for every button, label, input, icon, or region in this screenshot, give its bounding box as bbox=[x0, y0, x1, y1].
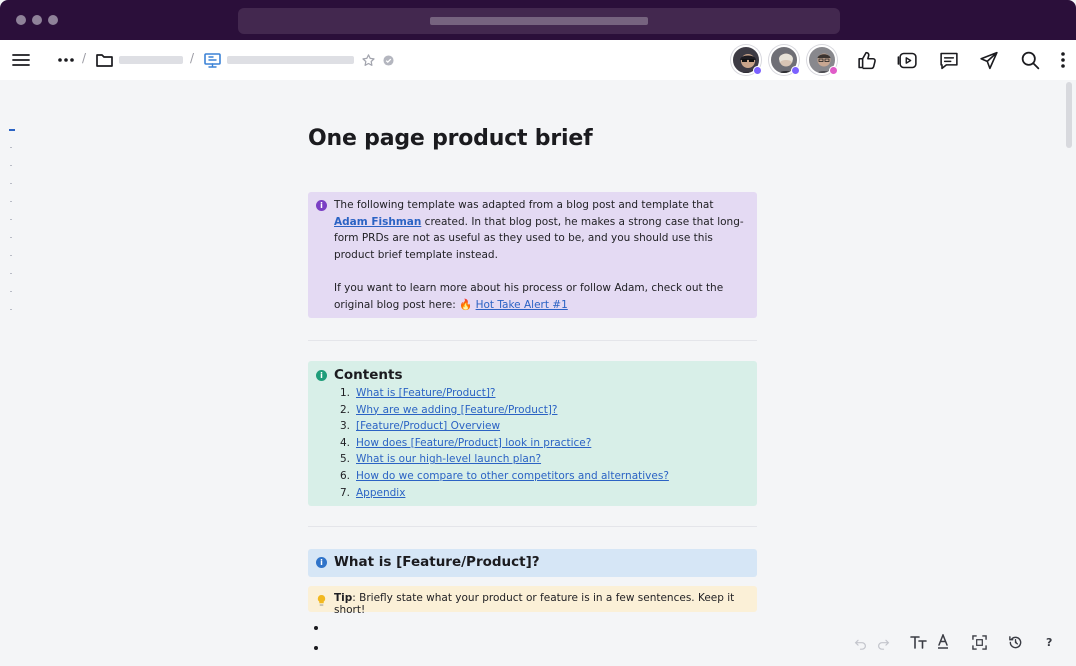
divider bbox=[308, 526, 757, 527]
tip-body: : Briefly state what your product or fea… bbox=[334, 592, 735, 616]
top-toolbar: / / bbox=[0, 40, 1076, 80]
intro-paragraph-2: If you want to learn more about his proc… bbox=[334, 280, 750, 313]
undo-redo-group bbox=[848, 632, 896, 654]
text-size-icon[interactable] bbox=[909, 634, 929, 650]
empty-bullet[interactable] bbox=[314, 646, 318, 650]
toc-number: 5. bbox=[339, 453, 350, 466]
outline-marker[interactable] bbox=[10, 219, 12, 220]
toc-item[interactable]: 7. Appendix bbox=[337, 485, 669, 502]
page-title: One page product brief bbox=[308, 126, 593, 151]
maximize-window-icon[interactable] bbox=[48, 15, 58, 25]
avatar-1-status-dot bbox=[753, 66, 762, 75]
star-icon[interactable] bbox=[360, 52, 376, 68]
close-window-icon[interactable] bbox=[16, 15, 26, 25]
toc-item[interactable]: 2. Why are we adding [Feature/Product]? bbox=[337, 402, 669, 419]
toc-link[interactable]: Why are we adding [Feature/Product]? bbox=[356, 402, 557, 419]
blog-post-link[interactable]: Hot Take Alert #1 bbox=[476, 299, 568, 311]
toc-item[interactable]: 1. What is [Feature/Product]? bbox=[337, 385, 669, 402]
minimize-window-icon[interactable] bbox=[32, 15, 42, 25]
more-icon[interactable] bbox=[56, 52, 76, 68]
toc-link[interactable]: How does [Feature/Product] look in pract… bbox=[356, 435, 591, 452]
comment-icon[interactable] bbox=[937, 49, 961, 71]
outline-marker[interactable] bbox=[10, 165, 12, 166]
outline-marker[interactable] bbox=[10, 183, 12, 184]
search-icon[interactable] bbox=[1018, 49, 1042, 71]
contents-callout: i Contents 1. What is [Feature/Product]? … bbox=[308, 361, 757, 506]
present-icon[interactable] bbox=[896, 49, 920, 71]
empty-bullet[interactable] bbox=[314, 626, 318, 630]
address-placeholder bbox=[430, 17, 648, 25]
kebab-icon[interactable] bbox=[1056, 50, 1070, 70]
avatar-2-status-dot bbox=[791, 66, 800, 75]
address-bar[interactable] bbox=[238, 8, 840, 34]
toc-item[interactable]: 5. What is our high-level launch plan? bbox=[337, 451, 669, 468]
toc-link[interactable]: What is [Feature/Product]? bbox=[356, 385, 496, 402]
outline-marker[interactable] bbox=[10, 273, 12, 274]
intro-text: The following template was adapted from … bbox=[334, 199, 714, 211]
breadcrumb-folder[interactable] bbox=[119, 56, 183, 64]
breadcrumb-board[interactable] bbox=[227, 56, 354, 64]
text-color-icon[interactable] bbox=[936, 633, 950, 651]
toc-link[interactable]: Appendix bbox=[356, 485, 405, 502]
toc-number: 3. bbox=[339, 420, 350, 433]
toc-number: 4. bbox=[339, 436, 350, 449]
share-icon[interactable] bbox=[977, 49, 1001, 71]
window-titlebar bbox=[0, 0, 1076, 40]
toc-number: 6. bbox=[339, 469, 350, 482]
fit-screen-icon[interactable] bbox=[971, 634, 987, 650]
tip-label: Tip bbox=[334, 592, 353, 604]
window-controls[interactable] bbox=[16, 15, 58, 25]
outline-marker[interactable] bbox=[10, 201, 12, 202]
breadcrumb-separator: / bbox=[190, 51, 195, 65]
toc-item[interactable]: 3. [Feature/Product] Overview bbox=[337, 418, 669, 435]
outline-marker[interactable] bbox=[10, 309, 12, 310]
intro-paragraph-1: The following template was adapted from … bbox=[334, 197, 750, 263]
toc-number: 7. bbox=[339, 486, 350, 499]
fire-icon: 🔥 bbox=[459, 298, 473, 311]
breadcrumb-separator: / bbox=[82, 51, 87, 65]
outline-marker[interactable] bbox=[10, 291, 12, 292]
toc-number: 2. bbox=[339, 403, 350, 416]
redo-icon[interactable] bbox=[876, 636, 890, 650]
like-icon[interactable] bbox=[855, 49, 879, 71]
tip-callout: Tip: Briefly state what your product or … bbox=[308, 586, 757, 616]
section-heading-callout: i What is [Feature/Product]? bbox=[308, 549, 757, 577]
info-icon: i bbox=[316, 370, 327, 381]
lightbulb-icon bbox=[316, 592, 328, 606]
author-link[interactable]: Adam Fishman bbox=[334, 216, 421, 228]
info-icon: i bbox=[316, 200, 327, 211]
section-heading: What is [Feature/Product]? bbox=[334, 554, 540, 570]
toc-link[interactable]: What is our high-level launch plan? bbox=[356, 451, 541, 468]
toc-link[interactable]: [Feature/Product] Overview bbox=[356, 418, 500, 435]
avatar-3-status-dot bbox=[829, 66, 838, 75]
scrollbar[interactable] bbox=[1066, 82, 1072, 148]
contents-title: Contents bbox=[334, 367, 403, 383]
menu-icon[interactable] bbox=[10, 51, 32, 69]
table-of-contents: 1. What is [Feature/Product]? 2. Why are w… bbox=[337, 385, 669, 501]
help-icon[interactable]: ? bbox=[1046, 636, 1052, 649]
toc-item[interactable]: 6. How do we compare to other competitors… bbox=[337, 468, 669, 485]
outline-active-marker[interactable] bbox=[9, 129, 15, 131]
toc-link[interactable]: How do we compare to other competitors a… bbox=[356, 468, 669, 485]
board-icon[interactable] bbox=[202, 51, 222, 69]
outline-marker[interactable] bbox=[10, 255, 12, 256]
folder-icon[interactable] bbox=[94, 51, 114, 69]
intro-callout: i The following template was adapted fro… bbox=[308, 192, 757, 318]
toc-number: 1. bbox=[339, 387, 350, 399]
toc-item[interactable]: 4. How does [Feature/Product] look in pra… bbox=[337, 435, 669, 452]
outline-marker[interactable] bbox=[10, 147, 12, 148]
undo-icon[interactable] bbox=[853, 636, 867, 650]
outline-marker[interactable] bbox=[10, 237, 12, 238]
divider bbox=[308, 340, 757, 341]
tip-text: Tip: Briefly state what your product or … bbox=[334, 592, 757, 616]
verified-icon bbox=[382, 54, 394, 66]
info-icon: i bbox=[316, 557, 327, 568]
history-icon[interactable] bbox=[1007, 634, 1023, 650]
